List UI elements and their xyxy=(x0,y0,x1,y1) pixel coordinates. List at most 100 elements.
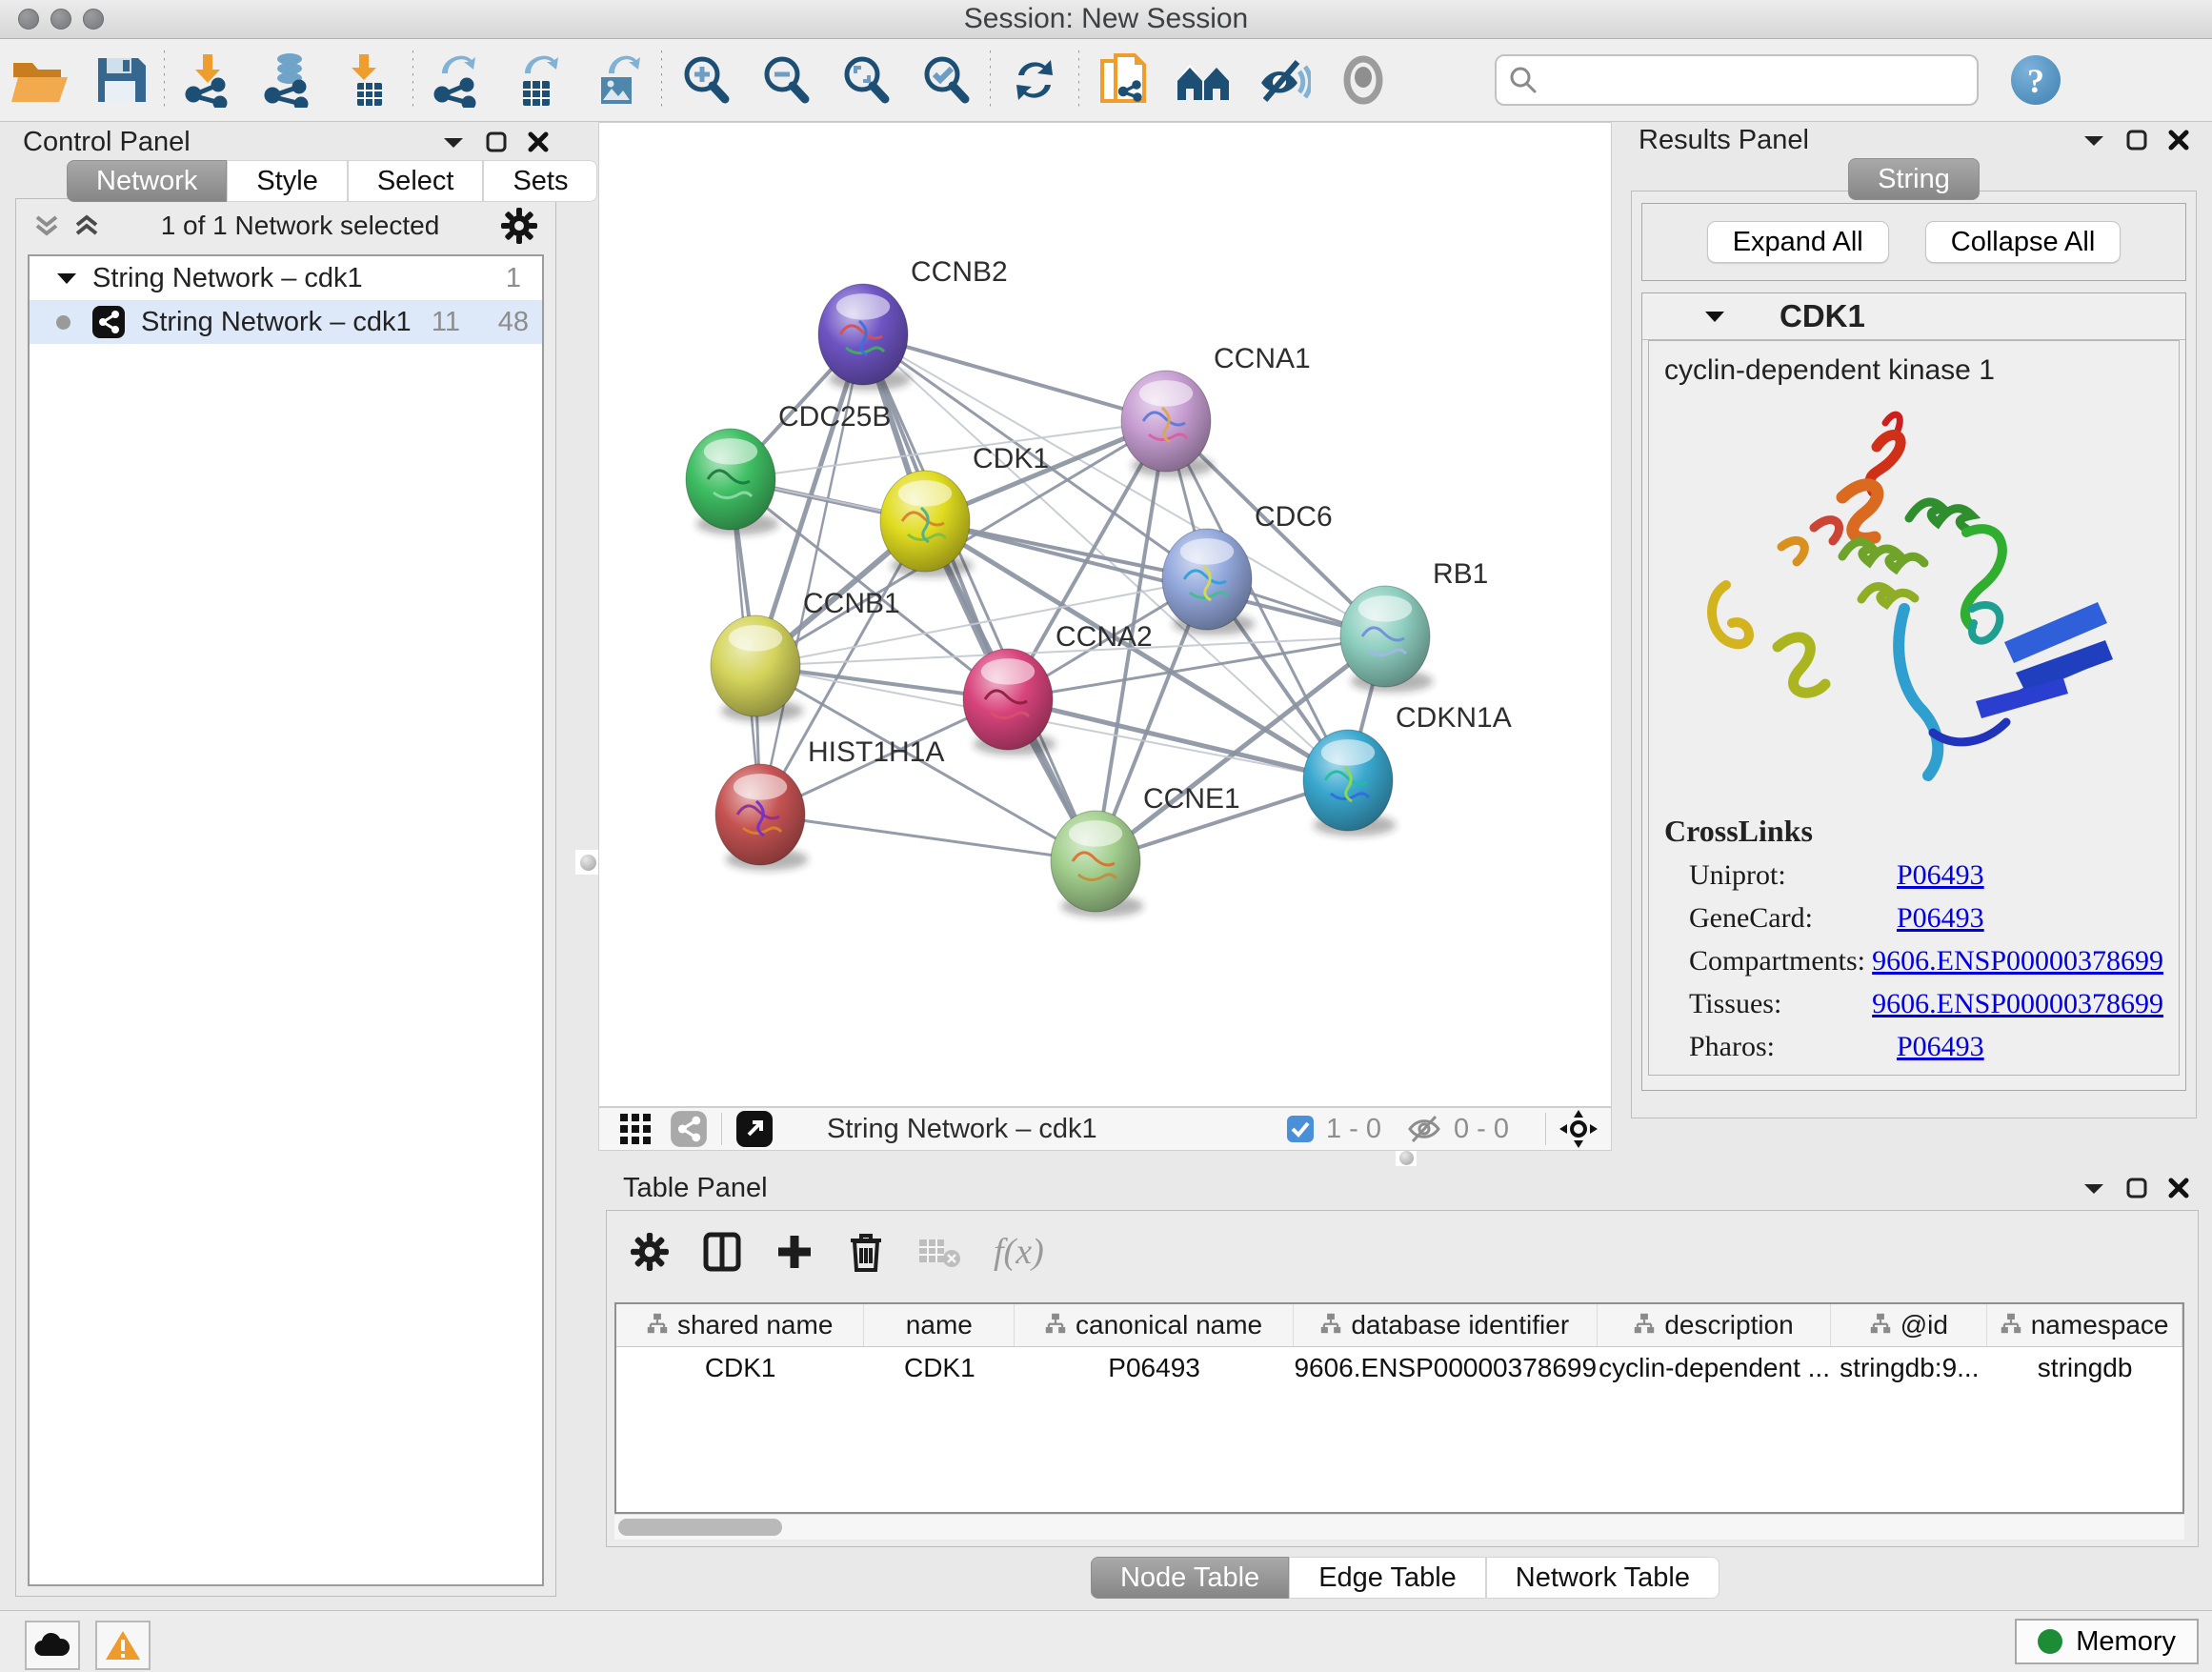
network-row[interactable]: String Network – cdk1 11 48 xyxy=(30,300,542,344)
tab-node-table[interactable]: Node Table xyxy=(1091,1557,1289,1599)
import-table-file-button[interactable] xyxy=(329,47,409,113)
table-cell[interactable]: 9606.ENSP00000378699 xyxy=(1294,1347,1598,1389)
zoom-fit-button[interactable] xyxy=(826,47,906,113)
export-image-icon xyxy=(592,52,643,108)
edge-count: 48 xyxy=(460,307,529,338)
selected-checkbox-icon[interactable] xyxy=(1286,1115,1315,1143)
center-view-crosshair-icon[interactable] xyxy=(1559,1110,1598,1148)
bottom-splitter-handle[interactable] xyxy=(1396,1149,1417,1166)
column-header-namespace[interactable]: namespace xyxy=(1987,1304,2182,1346)
network-node-cdkn1a[interactable]: CDKN1A xyxy=(1303,702,1512,836)
show-columns-icon[interactable] xyxy=(702,1231,742,1273)
tree-expander-icon[interactable] xyxy=(56,271,77,286)
network-edge[interactable] xyxy=(925,521,1385,636)
network-node-cdc25b[interactable]: CDC25B xyxy=(686,401,891,535)
node-label: CCNA2 xyxy=(1056,621,1153,653)
tab-sets[interactable]: Sets xyxy=(483,160,597,202)
delete-column-icon[interactable] xyxy=(847,1230,885,1274)
import-network-database-button[interactable] xyxy=(249,47,329,113)
column-header-databaseidentifier[interactable]: database identifier xyxy=(1294,1304,1598,1346)
network-node-ccne1[interactable]: CCNE1 xyxy=(1051,783,1240,917)
table-cell[interactable]: CDK1 xyxy=(616,1347,864,1389)
string-tab-icon[interactable] xyxy=(670,1110,708,1148)
table-cell[interactable]: stringdb xyxy=(1987,1347,2182,1389)
column-header-description[interactable]: description xyxy=(1598,1304,1832,1346)
table-horizontal-scrollbar[interactable] xyxy=(614,1514,2184,1540)
table-cell[interactable]: cyclin-dependent ... xyxy=(1598,1347,1832,1389)
panel-close-icon[interactable] xyxy=(528,131,549,152)
zoom-selected-button[interactable] xyxy=(906,47,986,113)
collapse-all-button[interactable]: Collapse All xyxy=(1925,221,2122,263)
table-cell[interactable]: stringdb:9... xyxy=(1831,1347,1987,1389)
apply-layout-button[interactable] xyxy=(995,47,1075,113)
network-collection-row[interactable]: String Network – cdk1 1 xyxy=(30,256,542,300)
zoom-out-button[interactable] xyxy=(746,47,826,113)
save-session-button[interactable] xyxy=(80,47,160,113)
cloud-status-button[interactable] xyxy=(25,1621,80,1670)
table-options-gear-icon[interactable] xyxy=(630,1232,670,1272)
crosslink-value-link[interactable]: 9606.ENSP00000378699 xyxy=(1872,945,2163,977)
show-graphics-details-button[interactable] xyxy=(1323,47,1403,113)
expand-all-networks-icon[interactable] xyxy=(73,212,100,240)
network-edge[interactable] xyxy=(760,815,1096,861)
hide-graphics-details-button[interactable] xyxy=(1243,47,1323,113)
open-session-button[interactable] xyxy=(0,47,80,113)
search-icon xyxy=(1508,65,1538,95)
scrollbar-thumb[interactable] xyxy=(618,1519,782,1536)
network-options-gear-icon[interactable] xyxy=(500,207,538,245)
network-node-rb1[interactable]: RB1 xyxy=(1340,558,1488,693)
panel-close-icon[interactable] xyxy=(2168,1178,2189,1199)
hidden-eye-icon[interactable] xyxy=(1406,1114,1442,1144)
create-column-icon[interactable] xyxy=(774,1232,814,1272)
panel-collapse-icon[interactable] xyxy=(2082,1180,2105,1196)
memory-button[interactable]: Memory xyxy=(2015,1619,2199,1664)
crosslink-value-link[interactable]: P06493 xyxy=(1897,859,1984,892)
network-overview-button[interactable] xyxy=(1163,47,1243,113)
table-row[interactable]: CDK1CDK1P064939606.ENSP00000378699cyclin… xyxy=(616,1347,2182,1389)
column-header-name[interactable]: name xyxy=(864,1304,1015,1346)
crosslink-value-link[interactable]: P06493 xyxy=(1897,1031,1984,1063)
column-header-canonicalname[interactable]: canonical name xyxy=(1015,1304,1294,1346)
tab-style[interactable]: Style xyxy=(227,160,347,202)
panel-collapse-icon[interactable] xyxy=(442,134,465,150)
panel-collapse-icon[interactable] xyxy=(2082,132,2105,148)
tab-select[interactable]: Select xyxy=(348,160,484,202)
panel-float-icon[interactable] xyxy=(2126,130,2147,151)
network-edge[interactable] xyxy=(1008,699,1348,780)
import-network-file-button[interactable] xyxy=(169,47,249,113)
network-canvas[interactable]: CCNB2CCNA1CDC25BCDK1CDC6RB1CCNB1CCNA2CDK… xyxy=(598,122,1612,1107)
panel-float-icon[interactable] xyxy=(2126,1178,2147,1199)
export-table-icon xyxy=(512,52,563,108)
table-cell[interactable]: CDK1 xyxy=(864,1347,1015,1389)
column-header-id[interactable]: @id xyxy=(1831,1304,1987,1346)
section-expander-icon[interactable] xyxy=(1703,309,1726,324)
tab-string[interactable]: String xyxy=(1848,158,1980,200)
column-header-sharedname[interactable]: shared name xyxy=(616,1304,864,1346)
crosslink-value-link[interactable]: 9606.ENSP00000378699 xyxy=(1872,988,2163,1020)
panel-close-icon[interactable] xyxy=(2168,130,2189,151)
tab-network[interactable]: Network xyxy=(67,160,227,202)
crosslink-value-link[interactable]: P06493 xyxy=(1897,902,1984,935)
search-input[interactable] xyxy=(1548,64,1965,96)
export-network-button[interactable] xyxy=(417,47,497,113)
clone-network-button[interactable] xyxy=(1083,47,1163,113)
network-node-hist1h1a[interactable]: HIST1H1A xyxy=(715,736,944,871)
left-splitter-handle[interactable] xyxy=(575,850,600,875)
warning-status-button[interactable] xyxy=(95,1621,151,1670)
birdseye-grid-icon[interactable] xyxy=(618,1112,653,1146)
collapse-all-networks-icon[interactable] xyxy=(33,212,60,240)
tab-network-table[interactable]: Network Table xyxy=(1486,1557,1719,1599)
table-cell[interactable]: P06493 xyxy=(1015,1347,1294,1389)
crosslinks-title: CrossLinks xyxy=(1664,814,2163,849)
help-button[interactable]: ? xyxy=(2011,55,2061,105)
collection-name: String Network – cdk1 xyxy=(92,263,363,294)
zoom-in-button[interactable] xyxy=(666,47,746,113)
network-node-ccna1[interactable]: CCNA1 xyxy=(1121,343,1311,477)
open-in-browser-icon[interactable] xyxy=(735,1110,774,1148)
export-table-button[interactable] xyxy=(497,47,577,113)
tab-edge-table[interactable]: Edge Table xyxy=(1289,1557,1486,1599)
panel-float-icon[interactable] xyxy=(486,131,507,152)
export-image-button[interactable] xyxy=(577,47,657,113)
network-node-ccnb1[interactable]: CCNB1 xyxy=(711,588,900,722)
expand-all-button[interactable]: Expand All xyxy=(1707,221,1889,263)
